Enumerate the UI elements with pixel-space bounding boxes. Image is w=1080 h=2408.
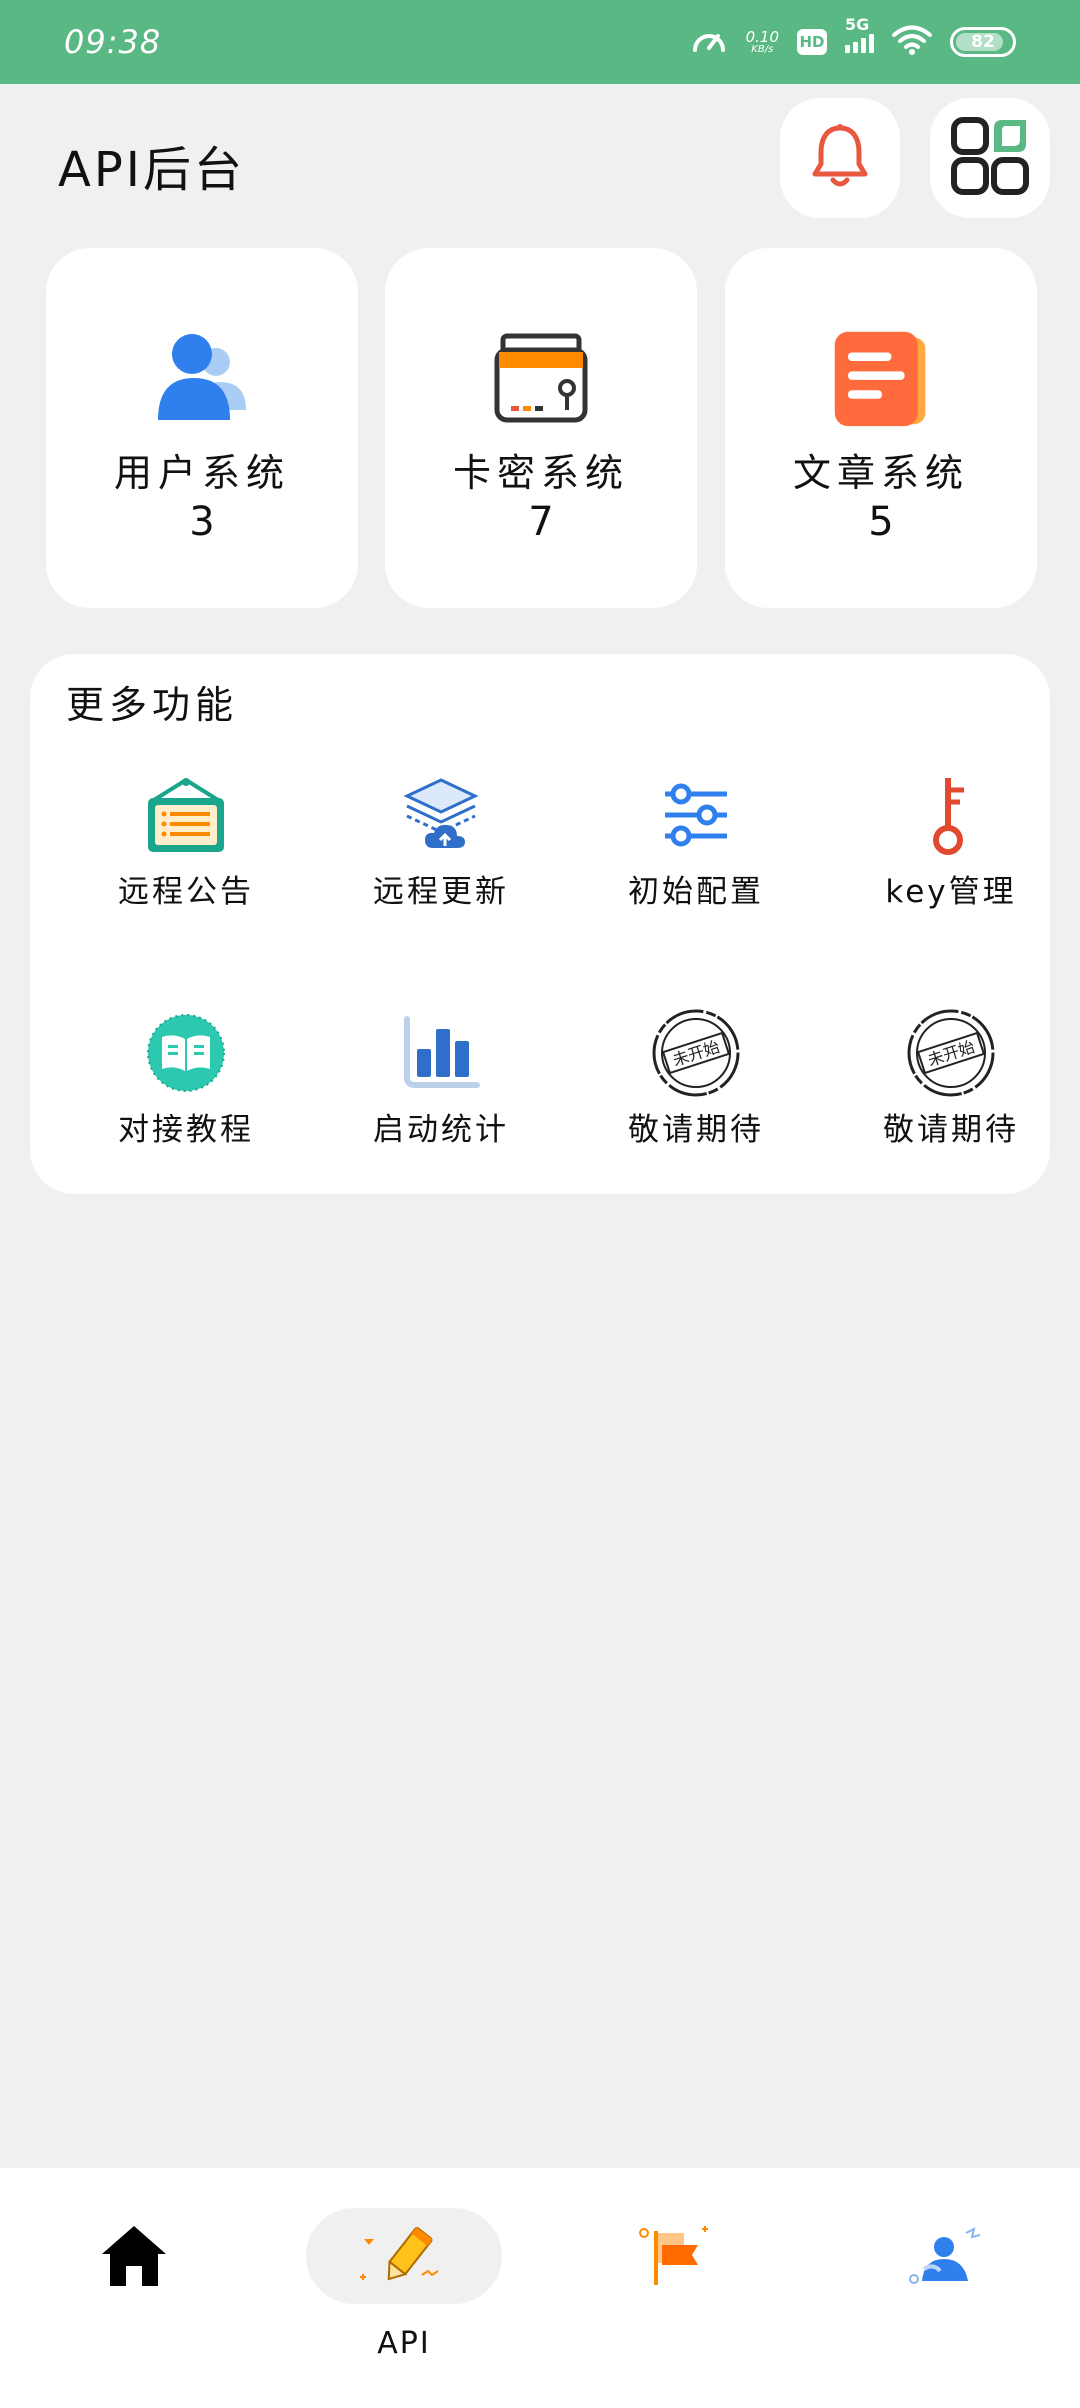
status-time: 09:38 [64, 23, 162, 61]
function-launch-stats[interactable]: 启动统计 [321, 1010, 561, 1149]
function-label: 启动统计 [373, 1112, 509, 1148]
user-profile-icon [848, 2208, 1044, 2304]
function-initial-config[interactable]: 初始配置 [576, 772, 816, 911]
status-bar: 09:38 0.10 KB/s HD 5G 82 [0, 0, 1080, 84]
function-coming-soon-2[interactable]: 未开始 敬请期待 [831, 1009, 1071, 1149]
not-started-stamp-icon: 未开始 [906, 1009, 996, 1097]
nav-home[interactable] [34, 2208, 234, 2368]
wifi-icon [892, 24, 932, 60]
page-title: API后台 [58, 142, 245, 198]
nav-api[interactable]: API [304, 2208, 504, 2368]
battery-icon: 82 [950, 27, 1016, 57]
notifications-button[interactable] [780, 98, 900, 218]
net-speed-value: 0.10 [745, 27, 779, 46]
stat-card-users[interactable]: 用户系统 3 [46, 248, 358, 608]
bar-chart-icon [396, 1010, 486, 1096]
speedometer-icon [690, 24, 728, 60]
bell-icon [808, 122, 872, 194]
announcement-board-icon [141, 772, 231, 858]
hd-icon: HD [797, 29, 827, 55]
function-remote-update[interactable]: 远程更新 [321, 772, 561, 911]
sliders-icon [651, 772, 741, 858]
function-label: 对接教程 [118, 1112, 254, 1148]
function-key-management[interactable]: key管理 [831, 772, 1071, 911]
flag-icon [578, 2208, 774, 2304]
book-icon [141, 1010, 231, 1096]
stat-label: 用户系统 [113, 451, 290, 495]
nav-flag[interactable] [576, 2208, 776, 2368]
stat-label: 卡密系统 [452, 451, 629, 495]
home-icon [36, 2208, 232, 2304]
battery-level: 82 [971, 32, 995, 52]
nav-profile[interactable] [846, 2208, 1046, 2368]
stat-label: 文章系统 [792, 451, 969, 495]
bottom-navigation: API [0, 2168, 1080, 2408]
apps-menu-button[interactable] [930, 98, 1050, 218]
safe-card-icon [491, 328, 591, 428]
apps-grid-icon [950, 116, 1030, 200]
function-label: key管理 [885, 874, 1017, 910]
status-icons: 0.10 KB/s HD 5G 82 [690, 15, 1016, 60]
signal-5g-icon: 5G [845, 15, 874, 53]
function-label: 初始配置 [628, 874, 764, 910]
stat-count: 5 [868, 499, 894, 545]
nav-label: API [377, 2326, 431, 2361]
not-started-stamp-icon: 未开始 [651, 1009, 741, 1097]
network-label: 5G [845, 15, 870, 34]
key-icon [906, 772, 996, 858]
function-integration-tutorial[interactable]: 对接教程 [66, 1010, 306, 1149]
function-label: 远程更新 [373, 874, 509, 910]
stat-count: 7 [528, 499, 554, 545]
pencil-icon [306, 2208, 502, 2304]
more-functions-panel: 更多功能 远程公告 远程更新 初始配置 key管理 对接教程 启动统计 未开始 … [30, 654, 1050, 1194]
article-icon [831, 328, 931, 428]
cloud-update-icon [396, 772, 486, 858]
stat-count: 3 [189, 499, 215, 545]
function-label: 敬请期待 [883, 1112, 1019, 1148]
net-speed-unit: KB/s [751, 43, 774, 55]
stat-card-cards[interactable]: 卡密系统 7 [385, 248, 697, 608]
section-title: 更多功能 [66, 683, 239, 727]
stat-card-articles[interactable]: 文章系统 5 [725, 248, 1037, 608]
net-speed: 0.10 KB/s [745, 27, 779, 55]
function-coming-soon-1[interactable]: 未开始 敬请期待 [576, 1009, 816, 1149]
users-icon [152, 328, 252, 428]
function-label: 敬请期待 [628, 1112, 764, 1148]
function-remote-announcement[interactable]: 远程公告 [66, 772, 306, 911]
function-label: 远程公告 [118, 874, 254, 910]
